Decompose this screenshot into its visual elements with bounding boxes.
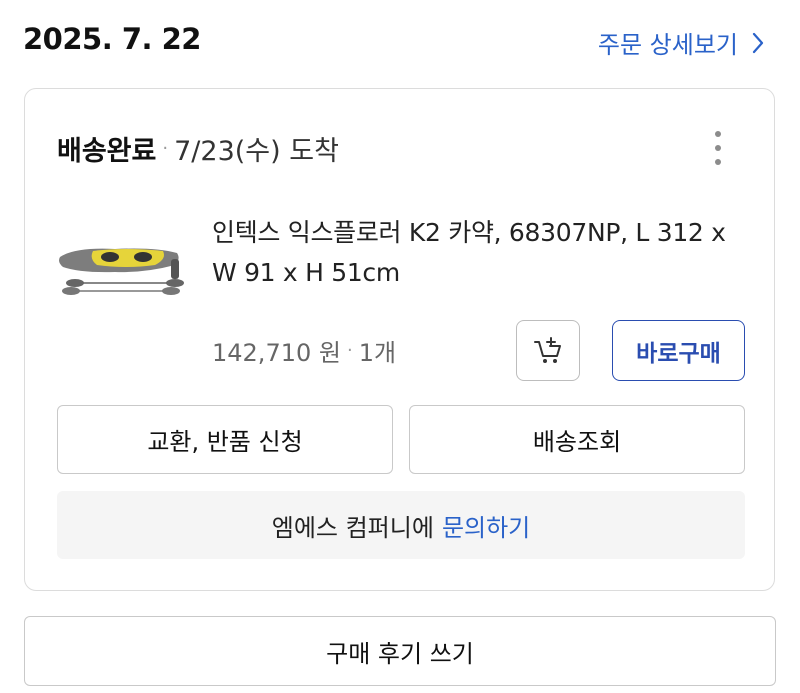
- pump: [171, 259, 179, 279]
- add-to-cart-button[interactable]: [516, 320, 580, 381]
- product-thumbnail[interactable]: [55, 239, 185, 299]
- product-price: 142,710 원: [212, 339, 341, 367]
- kayak-seat: [101, 252, 119, 262]
- seller-name: 엠에스 컴퍼니에: [271, 513, 434, 542]
- product-quantity: 1개: [358, 339, 397, 367]
- write-review-button[interactable]: 구매 후기 쓰기: [24, 616, 776, 686]
- chevron-right-icon: [752, 32, 764, 53]
- paddle-blade: [66, 279, 84, 287]
- paddle-blade: [162, 287, 180, 295]
- price-row: 142,710 원 · 1개: [212, 333, 396, 368]
- order-detail-label: 주문 상세보기: [597, 31, 738, 59]
- arrival-date: 7/23(수) 도착: [174, 136, 339, 167]
- inquiry-link[interactable]: 문의하기: [442, 508, 530, 543]
- paddle-blade: [166, 279, 184, 287]
- delivery-status: 배송완료: [57, 136, 157, 167]
- more-menu-icon[interactable]: [712, 131, 724, 165]
- order-detail-link[interactable]: 주문 상세보기: [598, 25, 766, 60]
- track-delivery-button[interactable]: 배송조회: [409, 405, 745, 474]
- order-card: 배송완료 · 7/23(수) 도착 인텍스 익스플로러 K2 카약, 68307…: [24, 88, 775, 591]
- kayak-seat: [134, 252, 152, 262]
- status-row: 배송완료 · 7/23(수) 도착: [57, 129, 339, 168]
- separator-dot: ·: [346, 340, 353, 361]
- product-name[interactable]: 인텍스 익스플로러 K2 카약, 68307NP, L 312 x W 91 x…: [212, 213, 752, 293]
- return-request-button[interactable]: 교환, 반품 신청: [57, 405, 393, 474]
- separator-dot: ·: [162, 138, 169, 159]
- order-date: 2025. 7. 22: [23, 22, 201, 56]
- add-to-cart-icon: [534, 336, 561, 363]
- seller-inquiry-bar: 엠에스 컴퍼니에 문의하기: [57, 491, 745, 559]
- paddle-blade: [62, 287, 80, 295]
- buy-now-button[interactable]: 바로구매: [612, 320, 745, 381]
